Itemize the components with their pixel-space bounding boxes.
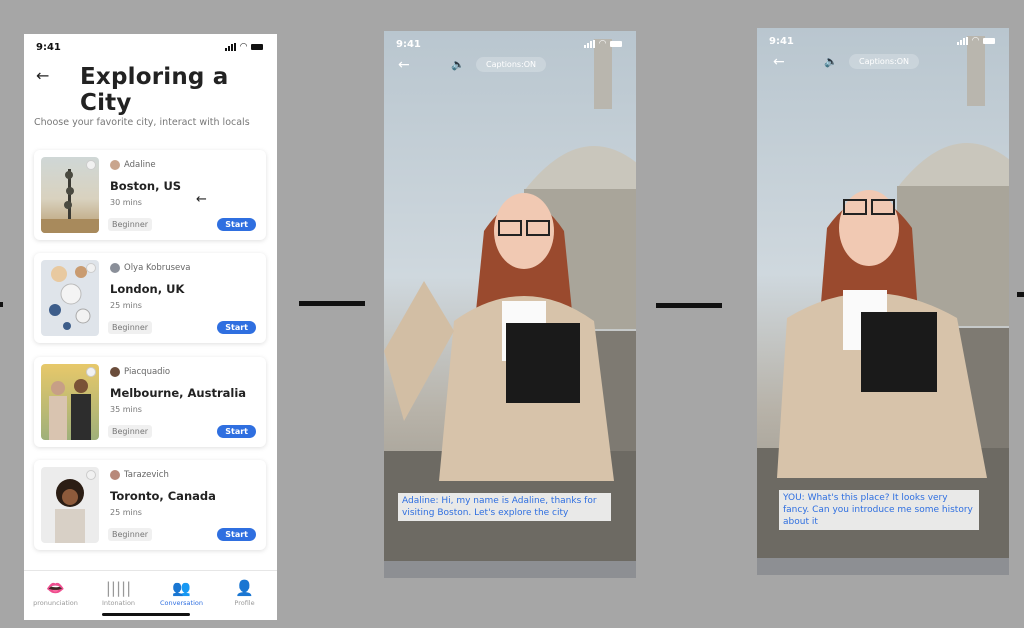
wifi-icon: ◠ [240, 42, 247, 52]
wifi-icon: ◠ [599, 39, 606, 49]
favorite-icon[interactable] [86, 470, 96, 480]
caption-text: YOU: What's this place? It looks very fa… [779, 490, 979, 530]
favorite-icon[interactable] [86, 367, 96, 377]
tutor-name: Adaline [124, 160, 156, 170]
back-arrow-icon[interactable]: ← [773, 54, 785, 70]
avatar [110, 367, 120, 377]
status-time: 9:41 [396, 39, 421, 50]
page-subtitle: Choose your favorite city, interact with… [34, 117, 250, 128]
battery-icon [983, 38, 995, 44]
tutor-name: Tarazevich [124, 470, 169, 480]
bottom-tab-bar: 👄 pronunciation ||||| Intonation 👥 Conve… [24, 570, 277, 620]
level-badge: Beginner [108, 321, 153, 334]
signal-icon [957, 37, 969, 45]
back-arrow-icon[interactable]: ← [398, 57, 410, 73]
city-name: London, UK [110, 282, 185, 296]
caption-text: Adaline: Hi, my name is Adaline, thanks … [398, 493, 611, 521]
status-bar: 9:41 ◠ [396, 39, 622, 53]
status-bar: 9:41 ◠ [769, 36, 995, 50]
duration: 30 mins [110, 198, 142, 207]
chat-people-icon: 👥 [172, 579, 191, 597]
level-badge: Beginner [108, 425, 153, 438]
city-thumbnail [41, 260, 99, 336]
tab-intonation[interactable]: ||||| Intonation [87, 577, 150, 607]
duration: 25 mins [110, 508, 142, 517]
avatar [110, 470, 120, 480]
city-name: Melbourne, Australia [110, 386, 247, 400]
start-button[interactable]: Start [217, 528, 256, 541]
city-card-melbourne[interactable]: Piacquadio Melbourne, Australia 35 mins … [34, 357, 266, 447]
level-badge: Beginner [108, 218, 153, 231]
wifi-icon: ◠ [972, 36, 979, 46]
back-arrow-icon[interactable]: ← [36, 66, 49, 85]
duration: 25 mins [110, 301, 142, 310]
tab-conversation[interactable]: 👥 Conversation [150, 577, 213, 607]
city-name: Toronto, Canada [110, 489, 216, 503]
city-list-screen: 9:41 ◠ ← Exploring a City Choose your fa… [24, 34, 277, 620]
flow-connector [656, 303, 722, 308]
flow-connector [1017, 292, 1024, 297]
page-title: Exploring a City [80, 64, 229, 116]
city-thumbnail [41, 467, 99, 543]
start-button[interactable]: Start [217, 425, 256, 438]
duration: 35 mins [110, 405, 142, 414]
pointer-arrow-icon: ← [196, 192, 207, 207]
tab-pronunciation[interactable]: 👄 pronunciation [24, 577, 87, 607]
tutor-name: Olya Kobruseva [124, 263, 191, 273]
favorite-icon[interactable] [86, 263, 96, 273]
battery-icon [251, 44, 263, 50]
favorite-icon[interactable] [86, 160, 96, 170]
city-card-toronto[interactable]: Tarazevich Toronto, Canada 25 mins Begin… [34, 460, 266, 550]
level-badge: Beginner [108, 528, 153, 541]
speaker-icon[interactable]: 🔈 [451, 58, 465, 71]
captions-toggle[interactable]: Captions:ON [476, 57, 547, 72]
flow-connector [299, 301, 365, 306]
tab-profile[interactable]: 👤 Profile [213, 577, 276, 607]
city-name: Boston, US [110, 179, 182, 193]
start-button[interactable]: Start [217, 321, 256, 334]
avatar [110, 160, 120, 170]
flow-connector [0, 302, 3, 307]
speaker-icon[interactable]: 🔈 [824, 55, 838, 68]
captions-toggle[interactable]: Captions:ON [849, 54, 920, 69]
tutor-name: Piacquadio [124, 367, 171, 377]
status-bar: 9:41 ◠ [36, 42, 263, 56]
city-thumbnail [41, 364, 99, 440]
avatar [110, 263, 120, 273]
waveform-icon: ||||| [105, 579, 132, 597]
city-thumbnail [41, 157, 99, 233]
conversation-video-screen: 9:41 ◠ ← 🔈 Captions:ON Adaline: Hi, my n… [384, 31, 636, 578]
city-card-london[interactable]: Olya Kobruseva London, UK 25 mins Beginn… [34, 253, 266, 343]
signal-icon [225, 43, 237, 51]
person-icon: 👤 [235, 579, 254, 597]
conversation-video-screen-user: 9:41 ◠ ← 🔈 Captions:ON YOU: What's this … [757, 28, 1009, 575]
status-time: 9:41 [36, 42, 61, 53]
city-card-boston[interactable]: Adaline Boston, US 30 mins ← Beginner St… [34, 150, 266, 240]
status-time: 9:41 [769, 36, 794, 47]
start-button[interactable]: Start [217, 218, 256, 231]
signal-icon [584, 40, 596, 48]
battery-icon [610, 41, 622, 47]
home-indicator [102, 613, 190, 616]
lips-icon: 👄 [46, 579, 65, 597]
